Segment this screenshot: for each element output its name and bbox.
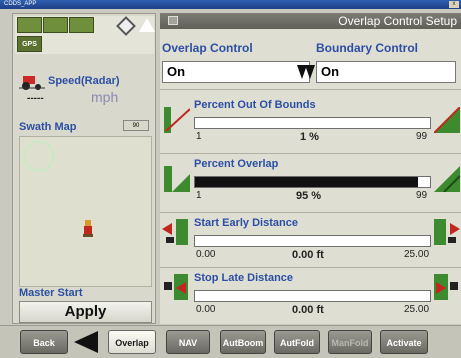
chevron-down-icon (297, 65, 307, 79)
boom-icon[interactable] (43, 17, 68, 33)
slider-min: 1 (196, 190, 202, 201)
back-arrow-icon[interactable] (74, 331, 98, 353)
status-icon-row: GPS (15, 16, 155, 54)
overlap-increase-icon[interactable] (434, 166, 460, 192)
slider-value: 1 % (300, 131, 319, 143)
boundary-control-value: On (321, 64, 340, 79)
start-early-increase-icon[interactable] (434, 219, 460, 245)
slider-min: 0.00 (196, 304, 216, 315)
section-title: Stop Late Distance (194, 272, 294, 284)
section-title: Percent Overlap (194, 158, 279, 170)
divider (160, 89, 461, 90)
menu-icon[interactable] (168, 16, 178, 25)
speed-label: Speed(Radar) (48, 75, 120, 87)
tractor-icon (19, 76, 45, 90)
start-early-distance-section: Start Early Distance 0.00 0.00 ft 25.00 (160, 215, 461, 273)
divider (160, 212, 461, 213)
warning-diamond-icon (116, 16, 136, 36)
slider-max: 25.00 (404, 304, 430, 315)
slider-max: 25.00 (404, 249, 430, 260)
autfold-button[interactable]: AutFold (274, 330, 320, 354)
machine-position-icon (83, 220, 93, 237)
overlap-control-value: On (167, 64, 186, 79)
overlap-decrease-icon[interactable] (164, 166, 190, 192)
section-title: Percent Out Of Bounds (194, 99, 316, 111)
section-icon[interactable] (69, 17, 94, 33)
percent-overlap-section: Percent Overlap 1 95 % 99 (160, 156, 461, 214)
bottom-toolbar: Back Overlap NAV AutBoom AutFold ManFold… (0, 325, 461, 358)
apply-button[interactable]: Apply (19, 301, 152, 323)
swath-map[interactable] (19, 136, 152, 287)
compass-icon (24, 141, 54, 171)
master-start-label: Master Start (19, 287, 83, 299)
slider-min: 0.00 (196, 249, 216, 260)
slider-min: 1 (196, 131, 202, 142)
divider (160, 267, 461, 268)
up-arrow-icon[interactable] (139, 18, 155, 32)
start-early-slider[interactable] (194, 235, 431, 247)
slider-value: 0.00 ft (292, 249, 324, 261)
out-of-bounds-slider[interactable] (194, 117, 431, 129)
boundary-control-label: Boundary Control (316, 41, 418, 55)
stop-late-increase-icon[interactable] (434, 274, 460, 300)
percent-out-of-bounds-section: Percent Out Of Bounds 1 1 % 99 (160, 97, 461, 155)
slider-value: 95 % (296, 190, 322, 202)
overlap-control-select[interactable]: On (162, 61, 310, 83)
overlap-control-label: Overlap Control (162, 41, 253, 55)
speed-unit: mph (91, 89, 119, 105)
out-of-bounds-decrease-icon[interactable] (164, 107, 190, 133)
gps-icon: GPS (17, 36, 42, 52)
boundary-control-select[interactable]: On (305, 61, 456, 83)
manfold-button: ManFold (328, 330, 372, 354)
back-button[interactable]: Back (20, 330, 68, 354)
swath-zoom-button[interactable]: 90 (123, 120, 149, 131)
close-icon[interactable]: x (449, 1, 459, 8)
out-of-bounds-increase-icon[interactable] (434, 107, 460, 133)
setup-title-bar: Overlap Control Setup (160, 13, 461, 29)
nav-button[interactable]: NAV (166, 330, 210, 354)
slider-value: 0.00 ft (292, 304, 324, 316)
autboom-button[interactable]: AutBoom (220, 330, 266, 354)
stop-late-slider[interactable] (194, 290, 431, 302)
stop-late-distance-section: Stop Late Distance 0.00 0.00 ft 25.00 (160, 270, 461, 328)
implement-icon[interactable] (17, 17, 42, 33)
swath-map-label: Swath Map (19, 121, 77, 133)
status-panel: GPS Speed(Radar) ----- mph Swath Map 90 … (12, 13, 156, 324)
slider-fill (195, 177, 419, 187)
stop-late-decrease-icon[interactable] (162, 274, 188, 300)
activate-button[interactable]: Activate (380, 330, 428, 354)
overlap-setup-panel: Overlap Control Setup Overlap Control Bo… (160, 13, 461, 324)
speed-value: ----- (27, 93, 44, 104)
window-titlebar: CDDS_APP x (0, 0, 461, 9)
tab-overlap[interactable]: Overlap (108, 330, 156, 354)
window-title: CDDS_APP (4, 1, 37, 7)
page-title: Overlap Control Setup (338, 14, 457, 28)
section-title: Start Early Distance (194, 217, 298, 229)
slider-max: 99 (416, 190, 428, 201)
overlap-slider[interactable] (194, 176, 431, 188)
slider-max: 99 (416, 131, 428, 142)
start-early-decrease-icon[interactable] (162, 219, 188, 245)
divider (160, 153, 461, 154)
